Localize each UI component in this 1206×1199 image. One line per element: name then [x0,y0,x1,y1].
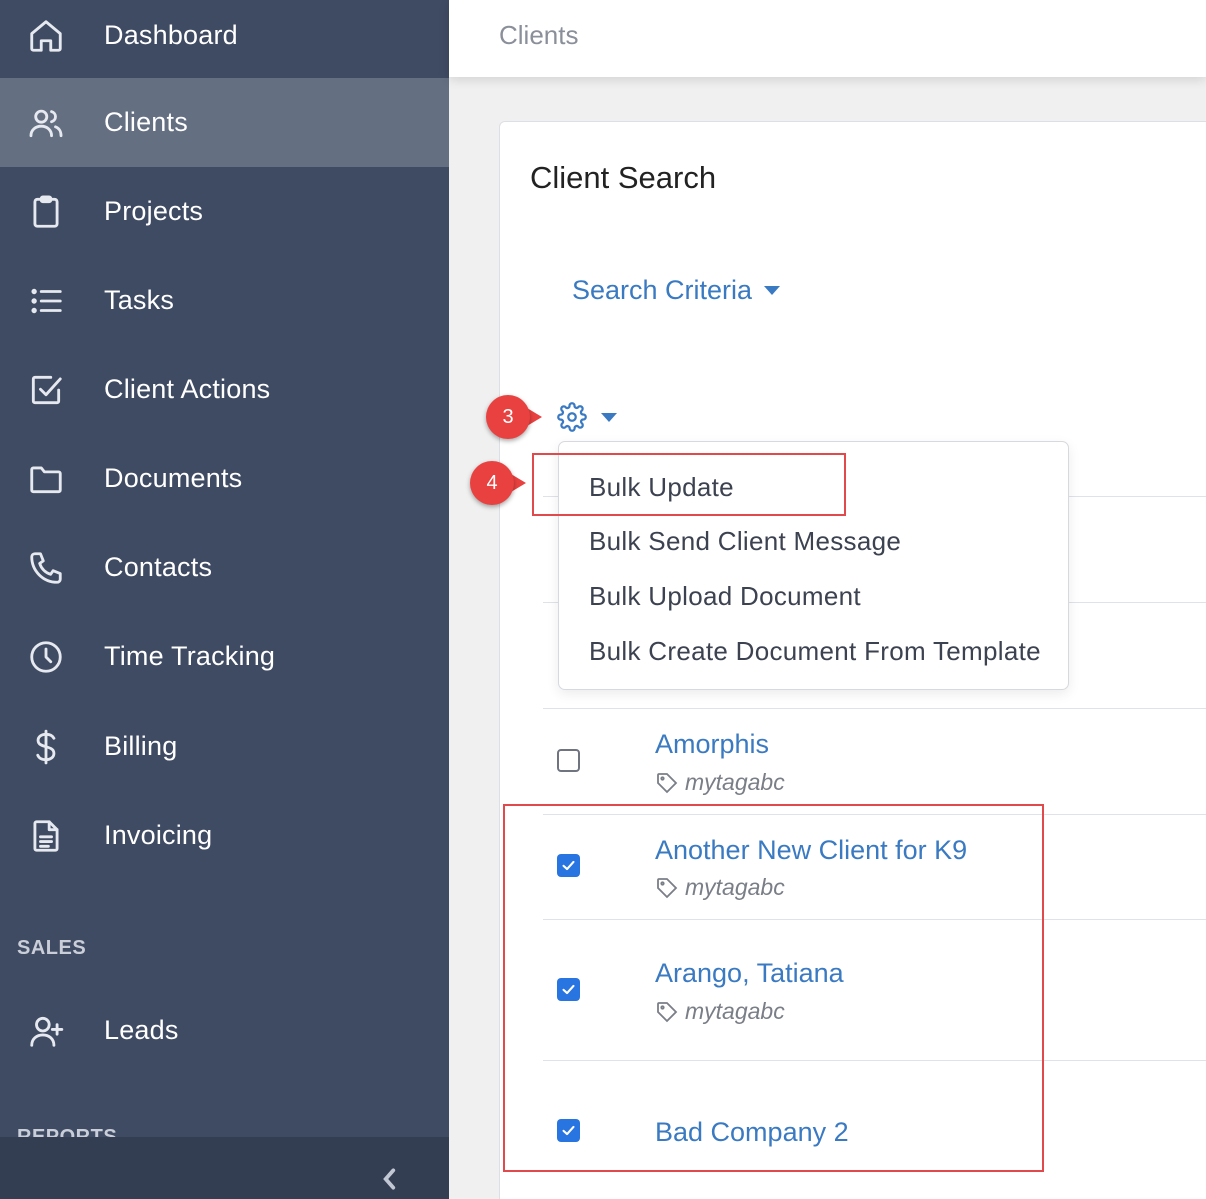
callout-number: 4 [470,461,514,505]
menu-item-bulk-create-document-from-template[interactable]: Bulk Create Document From Template [589,636,1041,667]
top-header: Clients [449,0,1206,77]
search-criteria-toggle[interactable]: Search Criteria [572,275,781,306]
collapse-sidebar-button[interactable] [372,1164,408,1194]
sidebar-item-label: Contacts [104,552,213,582]
clipboard-icon [26,192,66,232]
sidebar-item-label: Clients [104,107,188,137]
caret-down-icon [601,412,617,422]
callout-number: 3 [486,395,530,439]
tag-icon [657,772,678,793]
sidebar-item-label: Invoicing [104,820,213,850]
sidebar-item-client-actions[interactable]: Client Actions [0,345,449,434]
sales-section-label: SALES [17,937,87,959]
caret-down-icon [764,286,781,295]
client-name-link[interactable]: Amorphis [655,729,769,760]
card-title: Client Search [530,160,717,195]
search-criteria-label: Search Criteria [572,275,753,305]
menu-item-bulk-send-client-message[interactable]: Bulk Send Client Message [589,526,901,557]
sidebar: Dashboard Clients Projects Tasks Client … [0,0,449,1199]
highlight-box-bulk-update [532,453,846,516]
users-icon [26,103,66,143]
sidebar-item-label: Time Tracking [104,641,276,671]
sidebar-item-label: Dashboard [104,20,238,50]
highlight-box-selected-rows [503,804,1044,1172]
sidebar-item-label: Documents [104,463,243,493]
chevron-left-icon [383,1168,396,1190]
folder-icon [26,459,66,499]
checkbox-icon [26,370,66,410]
user-plus-icon [26,1011,66,1051]
sidebar-item-projects[interactable]: Projects [0,167,449,256]
phone-icon [26,548,66,588]
menu-item-bulk-upload-document[interactable]: Bulk Upload Document [589,581,861,612]
sidebar-item-billing[interactable]: Billing [0,702,449,791]
dollar-icon [26,727,66,767]
sidebar-item-label: Billing [104,731,178,761]
reports-section-label: REPORTS [17,1127,117,1137]
document-icon [26,816,66,856]
sidebar-item-time-tracking[interactable]: Time Tracking [0,612,449,701]
row-checkbox[interactable] [557,749,580,772]
sidebar-item-leads[interactable]: Leads [0,986,449,1075]
sidebar-item-contacts[interactable]: Contacts [0,523,449,612]
client-tag-label: mytagabc [685,769,785,795]
sidebar-item-label: Client Actions [104,374,271,404]
sidebar-item-dashboard[interactable]: Dashboard [0,0,449,80]
home-icon [26,16,66,56]
bulk-actions-button[interactable] [557,402,617,432]
sidebar-item-invoicing[interactable]: Invoicing [0,791,449,880]
sidebar-item-label: Tasks [104,285,175,315]
sidebar-item-tasks[interactable]: Tasks [0,256,449,345]
sidebar-item-label: Projects [104,196,204,226]
list-icon [26,281,66,321]
row-divider [543,708,1206,709]
client-tag: mytagabc [655,769,785,796]
clock-icon [26,637,66,677]
sidebar-item-documents[interactable]: Documents [0,434,449,523]
sidebar-item-clients[interactable]: Clients [0,78,449,167]
page-title: Clients [499,20,579,50]
gear-icon [557,402,587,432]
sidebar-item-label: Leads [104,1015,179,1045]
callout-step-4: 4 [470,461,526,505]
callout-step-3: 3 [486,395,542,439]
